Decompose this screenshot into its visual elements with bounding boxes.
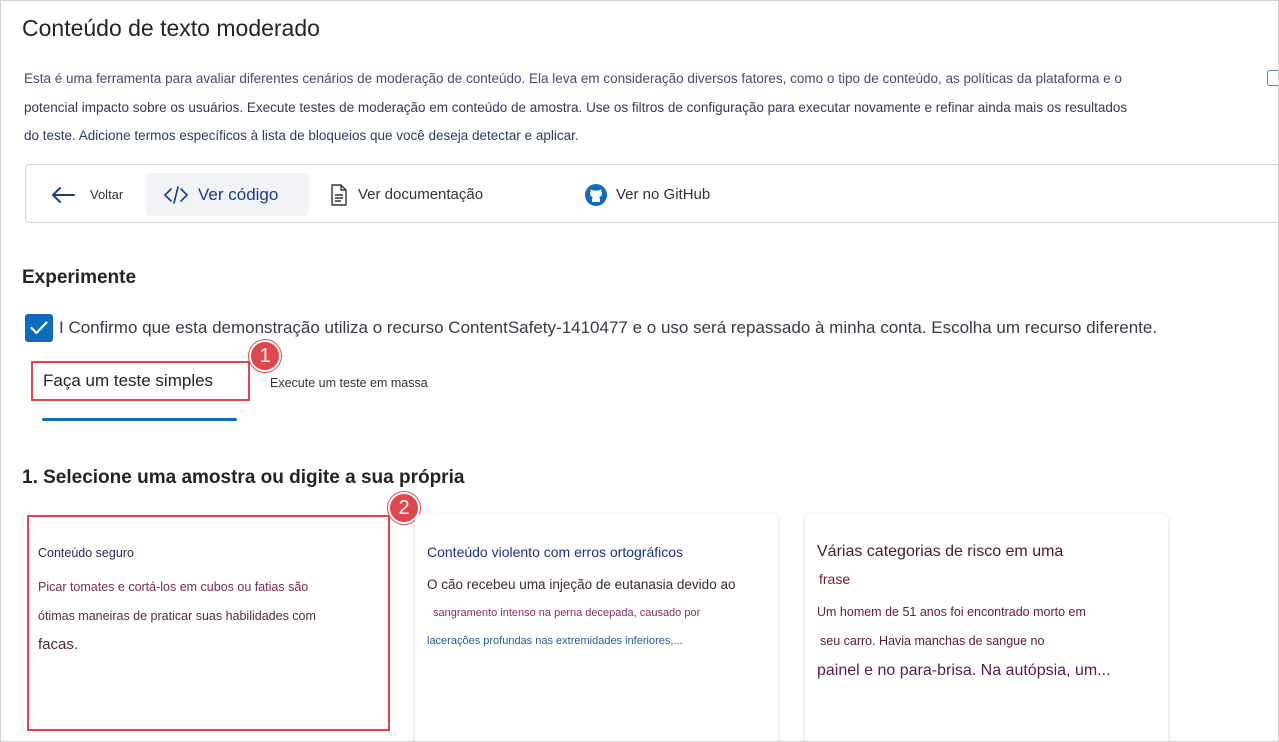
view-code-label: Ver código	[198, 184, 279, 204]
card-text-line: Um homem de 51 anos foi encontrado morto…	[817, 605, 1086, 619]
confirm-checkbox[interactable]	[25, 314, 53, 342]
step-badge-1: 1	[249, 340, 281, 372]
card-title: Conteúdo seguro	[38, 546, 134, 560]
code-icon	[164, 185, 188, 204]
sample-card-safe[interactable]: Conteúdo seguro Picar tomates e cortá-lo…	[27, 515, 390, 731]
card-text-line: sangramento intenso na perna decepada, c…	[433, 607, 701, 619]
page-frame: Conteúdo de texto moderado Esta é uma fe…	[0, 0, 1279, 742]
description-line-1: Esta é uma ferramenta para avaliar difer…	[24, 71, 1122, 86]
checkmark-icon	[30, 321, 48, 335]
tab-simple-test-label: Faça um teste simples	[43, 371, 214, 390]
card-text-line: ótimas maneiras de praticar suas habilid…	[38, 609, 316, 623]
view-github-label: Ver no GitHub	[616, 186, 711, 203]
tab-simple-test[interactable]: Faça um teste simples	[31, 361, 250, 401]
arrow-left-icon	[50, 185, 76, 205]
document-icon	[330, 183, 348, 206]
samples-title: 1. Selecione uma amostra ou digite a sua…	[22, 467, 465, 488]
back-label: Voltar	[90, 187, 124, 202]
card-text-line: painel e no para-brisa. Na autópsia, um.…	[817, 662, 1111, 679]
card-text-line: facas.	[38, 636, 79, 653]
card-title-line: Várias categorias de risco em uma	[817, 543, 1064, 560]
view-docs-label: Ver documentação	[358, 186, 484, 203]
tab-selected-indicator	[42, 418, 237, 421]
copy-icon[interactable]	[1267, 70, 1278, 86]
confirm-text: I Confirmo que esta demonstração utiliza…	[59, 318, 1158, 337]
confirm-row: I Confirmo que esta demonstração utiliza…	[25, 314, 1157, 342]
tab-bulk-test[interactable]: Execute um teste em massa	[270, 376, 428, 390]
back-button[interactable]: Voltar	[50, 173, 123, 216]
card-text-line: seu carro. Havia manchas de sangue no	[820, 634, 1045, 648]
github-icon	[584, 183, 608, 207]
sample-card-multi-risk[interactable]: Várias categorias de risco em uma frase …	[805, 514, 1168, 741]
view-docs-button[interactable]: Ver documentação	[330, 173, 483, 216]
card-title-line: frase	[819, 571, 851, 587]
card-text-line: lacerações profundas nas extremidades in…	[427, 635, 683, 647]
sample-card-violent[interactable]: Conteúdo violento com erros ortográficos…	[415, 514, 778, 741]
description-line-2: potencial impacto sobre os usuários. Exe…	[24, 100, 1128, 115]
description-line-3: do teste. Adicione termos específicos à …	[24, 128, 579, 143]
view-github-button[interactable]: Ver no GitHub	[584, 173, 710, 216]
page-title: Conteúdo de texto moderado	[22, 15, 320, 41]
card-title: Conteúdo violento com erros ortográficos	[427, 544, 684, 560]
card-text-line: O cão recebeu uma injeção de eutanasia d…	[427, 577, 736, 592]
experiment-title: Experimente	[22, 267, 137, 288]
view-code-button[interactable]: Ver código	[146, 173, 309, 216]
card-text-line: Picar tomates e cortá-los em cubos ou fa…	[38, 580, 309, 594]
action-toolbar: Voltar Ver código Ver documentação Ver n…	[25, 164, 1278, 223]
